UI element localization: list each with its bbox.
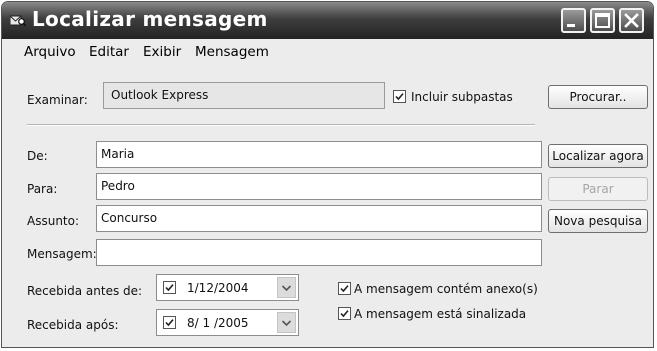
assunto-label: Assunto: <box>27 214 80 228</box>
separator <box>27 124 535 126</box>
de-label: De: <box>27 149 48 163</box>
incluir-subpastas-label: Incluir subpastas <box>411 90 513 104</box>
minimize-button[interactable] <box>561 8 586 33</box>
examinar-label: Examinar: <box>27 93 88 107</box>
de-field[interactable]: Maria <box>96 141 542 168</box>
recebida-antes-dropdown[interactable] <box>277 277 296 298</box>
localizar-agora-button[interactable]: Localizar agora <box>548 144 648 168</box>
title-bar[interactable]: Localizar mensagem <box>2 2 653 39</box>
menu-mensagem[interactable]: Mensagem <box>195 44 269 60</box>
nova-pesquisa-button[interactable]: Nova pesquisa <box>548 209 648 233</box>
maximize-button[interactable] <box>590 8 615 33</box>
recebida-antes-label: Recebida antes de: <box>27 284 143 298</box>
recebida-apos-label: Recebida após: <box>27 318 119 332</box>
recebida-apos-picker[interactable]: 8/ 1 /2005 <box>156 309 299 336</box>
incluir-subpastas-checkbox[interactable] <box>393 90 406 103</box>
minimize-icon <box>567 24 575 27</box>
close-button[interactable] <box>619 8 644 33</box>
procurar-button[interactable]: Procurar.. <box>548 85 648 109</box>
chevron-down-icon <box>281 320 292 327</box>
mensagem-field[interactable] <box>96 239 542 266</box>
mensagem-label: Mensagem: <box>27 247 97 261</box>
checkmark-icon <box>340 285 349 293</box>
maximize-icon <box>595 13 610 28</box>
anexo-label: A mensagem contém anexo(s) <box>354 282 538 296</box>
para-field[interactable]: Pedro <box>96 173 542 200</box>
examinar-field[interactable]: Outlook Express <box>103 82 385 109</box>
recebida-apos-dropdown[interactable] <box>277 312 296 333</box>
checkmark-icon <box>165 319 174 327</box>
chevron-down-icon <box>281 285 292 292</box>
checkmark-icon <box>165 284 174 292</box>
recebida-antes-value: 1/12/2004 <box>187 281 249 295</box>
checkmark-icon <box>395 93 404 101</box>
menu-arquivo[interactable]: Arquivo <box>24 44 76 60</box>
recebida-apos-value: 8/ 1 /2005 <box>187 316 249 330</box>
menu-exibir[interactable]: Exibir <box>143 44 181 60</box>
menu-bar: Arquivo Editar Exibir Mensagem <box>2 39 653 65</box>
menu-editar[interactable]: Editar <box>89 44 129 60</box>
find-message-icon <box>9 14 27 28</box>
window-title: Localizar mensagem <box>32 7 268 31</box>
recebida-apos-checkbox[interactable] <box>163 316 176 329</box>
parar-button[interactable]: Parar <box>548 177 648 201</box>
recebida-antes-picker[interactable]: 1/12/2004 <box>156 274 299 301</box>
checkmark-icon <box>340 310 349 318</box>
assunto-field[interactable]: Concurso <box>96 205 542 232</box>
para-label: Para: <box>27 182 58 196</box>
find-message-window: Localizar mensagem Arquivo Editar Exibir… <box>1 1 654 348</box>
sinalizada-checkbox[interactable] <box>338 307 351 320</box>
sinalizada-label: A mensagem está sinalizada <box>354 307 527 321</box>
anexo-checkbox[interactable] <box>338 282 351 295</box>
close-icon <box>624 13 639 28</box>
recebida-antes-checkbox[interactable] <box>163 281 176 294</box>
